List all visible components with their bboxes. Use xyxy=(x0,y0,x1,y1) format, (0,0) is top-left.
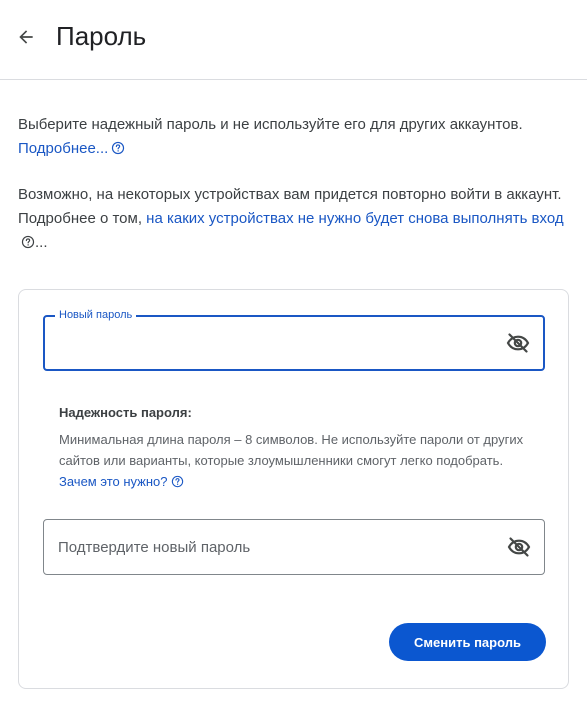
why-needed-link[interactable]: Зачем это нужно? xyxy=(59,474,184,489)
strength-text: Минимальная длина пароля – 8 символов. Н… xyxy=(59,432,524,468)
change-password-button[interactable]: Сменить пароль xyxy=(389,623,546,661)
eye-off-icon xyxy=(507,537,531,557)
confirm-password-input[interactable] xyxy=(58,520,498,574)
strength-title: Надежность пароля: xyxy=(59,405,192,420)
learn-more-link[interactable]: Подробнее... xyxy=(18,140,125,157)
new-password-input[interactable] xyxy=(59,317,499,369)
new-password-field: Новый пароль xyxy=(43,308,545,371)
password-strength-info: Надежность пароля: Минимальная длина пар… xyxy=(59,403,539,492)
intro-text-1: Выберите надежный пароль и не используйт… xyxy=(18,116,523,133)
help-icon xyxy=(21,235,35,249)
intro-ellipsis: ... xyxy=(35,234,48,251)
intro-paragraph-1: Выберите надежный пароль и не используйт… xyxy=(18,113,574,161)
toggle-visibility-button[interactable] xyxy=(505,330,531,356)
help-icon xyxy=(171,475,183,488)
password-form-card: Новый пароль Надежность пароля: Минималь… xyxy=(18,289,569,689)
strength-description: Минимальная длина пароля – 8 символов. Н… xyxy=(59,429,539,492)
intro-paragraph-2: Возможно, на некоторых устройствах вам п… xyxy=(18,183,574,255)
back-button[interactable] xyxy=(12,23,40,51)
confirm-password-field xyxy=(43,519,545,575)
toggle-visibility-button[interactable] xyxy=(506,534,532,560)
eye-off-icon xyxy=(506,333,530,353)
page-title: Пароль xyxy=(56,21,147,51)
arrow-back-icon xyxy=(19,30,33,44)
page-header: Пароль xyxy=(0,0,587,80)
help-icon xyxy=(112,141,125,155)
